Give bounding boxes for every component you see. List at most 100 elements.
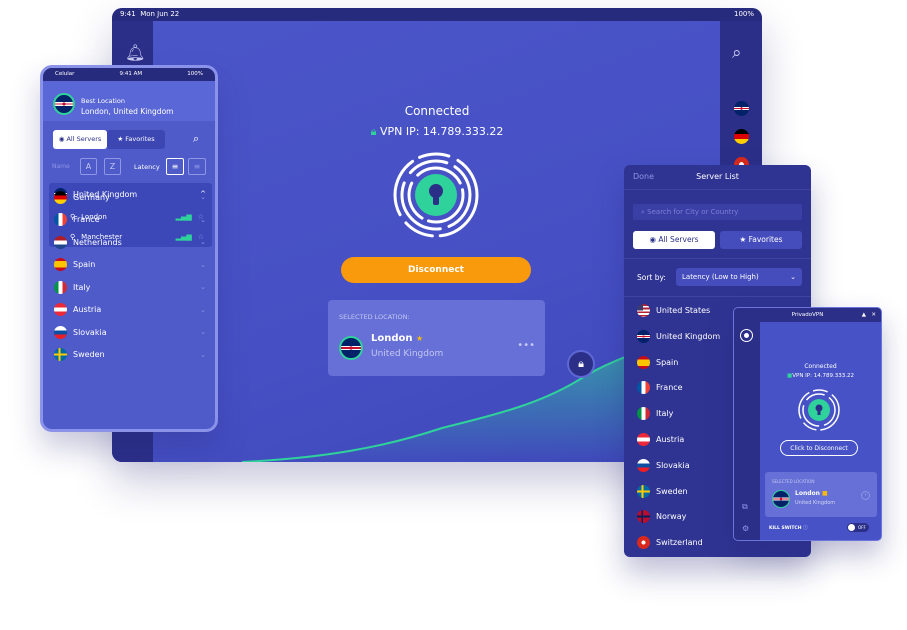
desktop-app-window: PrivadoVPN ▲ ✕ ⧉ ⚙ Connected ■VPN IP: 14.7… [733, 307, 882, 541]
country-row[interactable]: Austria [637, 433, 684, 446]
chevron-down-icon: ⌄ [790, 273, 796, 281]
settings-icon[interactable]: ⚙ [742, 524, 749, 533]
status-time: 9:41 [120, 10, 136, 18]
chevron-down-icon[interactable]: ⌄ [200, 306, 206, 314]
search-input[interactable]: ⌕ Search for City or Country [633, 204, 802, 220]
country-row[interactable]: Austria ⌄ [49, 299, 212, 321]
country-row[interactable]: Norway [637, 510, 687, 524]
battery-text: 100% [733, 10, 754, 18]
disconnect-button[interactable]: Disconnect [341, 257, 531, 283]
country-name: Slovakia [656, 460, 690, 470]
country-name: Netherlands [73, 237, 122, 247]
lock-icon[interactable]: 🔒︎ [567, 350, 595, 378]
best-location-header[interactable]: Best Location London, United Kingdom [43, 81, 215, 121]
sort-name-label: Name [52, 163, 70, 170]
country-name: Sweden [656, 486, 688, 496]
more-icon[interactable]: ••• [517, 340, 535, 351]
split-tunnel-icon[interactable]: ⧉ [742, 502, 748, 512]
flag-icon-fr [637, 381, 650, 395]
selected-location-card[interactable]: SELECTED LOCATION: London ★ United Kingd… [328, 300, 545, 376]
search-icon[interactable]: ⌕ [193, 132, 199, 146]
bell-icon[interactable]: 🔔︎ [125, 43, 145, 62]
chevron-down-icon[interactable]: ⌄ [200, 238, 206, 246]
flag-icon-no [637, 510, 650, 524]
search-icon[interactable]: ⌕ [732, 43, 742, 63]
flag-icon-uk [53, 93, 75, 115]
kill-switch-toggle[interactable]: OFF [847, 523, 869, 532]
selected-location-card[interactable]: SELECTED LOCATION: London ■ United Kingd… [765, 472, 877, 517]
connection-status: Connected [804, 363, 837, 370]
chevron-down-icon[interactable]: ⌄ [200, 283, 206, 291]
tab-all-servers[interactable]: ◉ All Servers [53, 130, 107, 149]
kill-switch-label: KILL SWITCH [769, 526, 802, 531]
status-date: Mon Jun 22 [140, 10, 180, 18]
status-bar: 9:41 Mon Jun 22 100% [112, 8, 762, 21]
sort-latency-desc-button[interactable]: ≡ [188, 158, 206, 175]
best-location-label: Best Location [81, 97, 125, 105]
country-row[interactable]: United States [637, 304, 710, 317]
flag-icon-uk [637, 329, 650, 343]
country-name: United Kingdom [656, 331, 721, 341]
power-icon[interactable] [741, 330, 752, 341]
country-row[interactable]: Netherlands ⌄ [49, 231, 212, 253]
country-row[interactable]: Switzerland [637, 536, 703, 550]
country-row[interactable]: France [637, 381, 683, 395]
country-name: Norway [656, 512, 687, 522]
country-row[interactable]: France ⌄ [49, 209, 212, 231]
country-name: United States [656, 306, 711, 315]
sort-select[interactable]: Latency (Low to High) ⌄ [676, 268, 802, 286]
country-name: Italy [73, 282, 91, 292]
country-row[interactable]: Germany ⌄ [49, 186, 212, 208]
country-name: Switzerland [656, 538, 703, 548]
fingerprint-shield-icon [393, 152, 479, 238]
country-row[interactable]: Slovakia [637, 458, 690, 472]
flag-icon-ch [637, 536, 650, 550]
flag-icon-it [54, 280, 67, 294]
country-name: Austria [73, 305, 102, 314]
selected-country: United Kingdom [371, 349, 444, 359]
country-row[interactable]: United Kingdom [637, 329, 721, 343]
country-name: France [656, 383, 683, 393]
country-name: Italy [656, 409, 674, 419]
star-icon[interactable]: ★ [416, 334, 423, 343]
flag-icon-sk [637, 458, 650, 472]
country-row[interactable]: Spain ⌄ [49, 254, 212, 276]
status-bar: Celular 9:41 AM 100% [43, 68, 215, 81]
star-icon: ■ [822, 490, 828, 497]
tab-favorites[interactable]: ★ Favorites [107, 130, 165, 149]
flag-icon-us [637, 304, 650, 317]
country-row[interactable]: Sweden [637, 484, 688, 498]
chevron-down-icon[interactable]: ⌄ [200, 216, 206, 224]
country-row[interactable]: Italy ⌄ [49, 276, 212, 298]
flag-icon-sk [54, 325, 67, 339]
country-name: Spain [656, 357, 679, 367]
flag-icon-es [637, 355, 650, 369]
sort-latency-asc-button[interactable]: ≡ [166, 158, 184, 175]
country-row[interactable]: Spain [637, 355, 679, 369]
chevron-down-icon[interactable]: ⌄ [200, 351, 206, 359]
chevron-right-icon[interactable]: › [861, 491, 870, 500]
sort-a-z-button[interactable]: A [80, 158, 97, 175]
selected-location-label: SELECTED LOCATION: [339, 313, 410, 321]
tab-all-servers[interactable]: ◉ All Servers [633, 231, 715, 249]
phone-app: Celular 9:41 AM 100% Best Location London,… [40, 65, 218, 432]
country-row[interactable]: Italy [637, 407, 674, 421]
flag-icon-de [54, 190, 67, 204]
country-row[interactable]: Slovakia ⌄ [49, 321, 212, 343]
country-name: Germany [73, 192, 110, 202]
close-icon[interactable]: ✕ [871, 308, 876, 322]
title-bar: PrivadoVPN ▲ ✕ [734, 308, 881, 322]
sort-z-a-button[interactable]: Z [104, 158, 121, 175]
fingerprint-shield-icon [798, 389, 840, 431]
tab-favorites[interactable]: ★ Favorites [720, 231, 802, 249]
disconnect-button[interactable]: Click to Disconnect [780, 440, 858, 456]
flag-icon-uk [772, 490, 790, 508]
country-name: Slovakia [73, 327, 107, 337]
bell-icon[interactable]: ▲ [862, 308, 866, 322]
chevron-down-icon[interactable]: ⌄ [200, 328, 206, 336]
flag-icon-it [637, 407, 650, 421]
country-row[interactable]: Sweden ⌄ [49, 344, 212, 366]
chevron-down-icon[interactable]: ⌄ [200, 261, 206, 269]
info-icon: ⓘ [803, 526, 808, 531]
chevron-down-icon[interactable]: ⌄ [200, 193, 206, 201]
